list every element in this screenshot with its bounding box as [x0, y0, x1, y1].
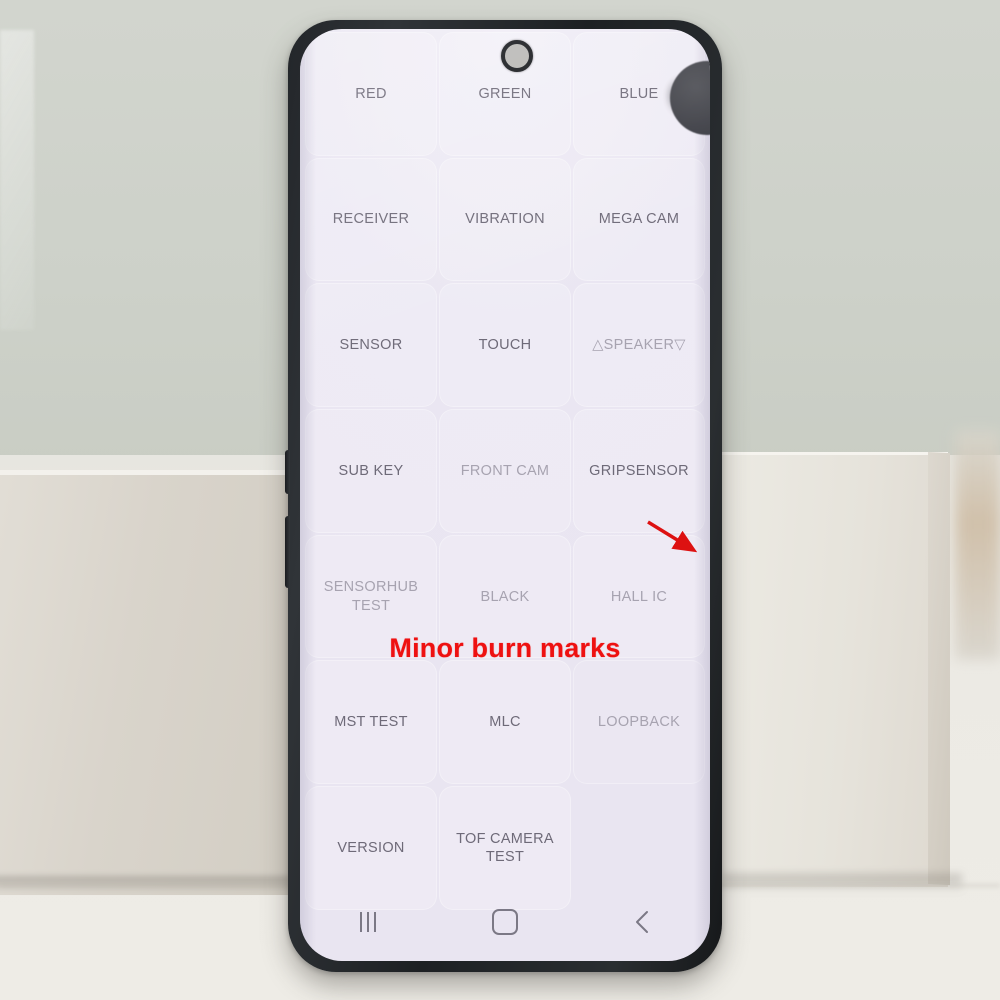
cell-label: HALL IC	[610, 588, 668, 605]
test-cell-mlc[interactable]: MLC	[439, 660, 571, 785]
cell-label: TOF CAMERA TEST	[456, 830, 554, 865]
cell-label: BLUE	[619, 85, 659, 102]
test-cell-loopback[interactable]: LOOPBACK	[573, 660, 705, 785]
cell-label: VERSION	[337, 839, 405, 856]
screenshot-stage: RED GREEN BLUE RECEIVER VIBRATION MEGA C…	[0, 0, 1000, 1000]
diagnostic-test-grid: RED GREEN BLUE RECEIVER VIBRATION MEGA C…	[300, 29, 710, 910]
phone-screen[interactable]: RED GREEN BLUE RECEIVER VIBRATION MEGA C…	[300, 29, 710, 961]
right-box	[722, 452, 948, 887]
cell-label: △SPEAKER▽	[592, 337, 686, 354]
test-cell-front-cam[interactable]: FRONT CAM	[439, 409, 571, 533]
cell-label: SENSORHUB TEST	[323, 579, 419, 614]
left-box	[0, 470, 290, 895]
cell-label: GRIPSENSOR	[589, 462, 689, 479]
right-box-shadow	[722, 874, 962, 892]
android-navigation-bar	[300, 891, 710, 953]
cell-label: GREEN	[478, 85, 532, 102]
test-cell-red[interactable]: RED	[305, 32, 437, 156]
cell-label: SENSOR	[339, 337, 403, 354]
home-icon	[491, 909, 518, 935]
cell-label: LOOPBACK	[597, 714, 681, 731]
cell-label: MEGA CAM	[598, 211, 680, 228]
nav-back-button[interactable]	[607, 902, 677, 942]
test-cell-receiver[interactable]: RECEIVER	[305, 157, 437, 282]
back-chevron-icon	[635, 911, 648, 933]
blurred-background-object	[955, 430, 1000, 660]
punch-hole-camera-icon	[501, 40, 533, 72]
right-box-edge	[928, 452, 950, 886]
test-cell-sensor[interactable]: SENSOR	[305, 283, 437, 408]
cell-label: BLACK	[480, 588, 530, 605]
cell-label: VIBRATION	[465, 211, 545, 228]
test-cell-sub-key[interactable]: SUB KEY	[305, 409, 437, 533]
cell-label: MLC	[489, 714, 521, 731]
cell-label: FRONT CAM	[460, 462, 550, 479]
nav-recents-button[interactable]	[333, 902, 403, 942]
test-cell-mst-test[interactable]: MST TEST	[305, 660, 437, 785]
nav-home-button[interactable]	[470, 902, 540, 942]
phone-power-button[interactable]	[285, 516, 290, 588]
test-cell-touch[interactable]: TOUCH	[439, 283, 571, 408]
test-cell-speaker[interactable]: △SPEAKER▽	[573, 283, 705, 408]
annotation-label: Minor burn marks	[389, 633, 621, 663]
test-cell-gripsensor[interactable]: GRIPSENSOR	[573, 409, 705, 533]
plastic-sheet	[0, 30, 34, 330]
test-cell-vibration[interactable]: VIBRATION	[439, 157, 571, 282]
test-cell-mega-cam[interactable]: MEGA CAM	[573, 157, 705, 282]
cell-label: SUB KEY	[338, 462, 404, 479]
phone-volume-button[interactable]	[285, 450, 290, 494]
recents-icon	[360, 912, 377, 932]
cell-label: RECEIVER	[332, 211, 410, 228]
cell-label: TOUCH	[478, 337, 532, 354]
cell-label: MST TEST	[334, 714, 408, 731]
cell-label: RED	[355, 85, 387, 102]
